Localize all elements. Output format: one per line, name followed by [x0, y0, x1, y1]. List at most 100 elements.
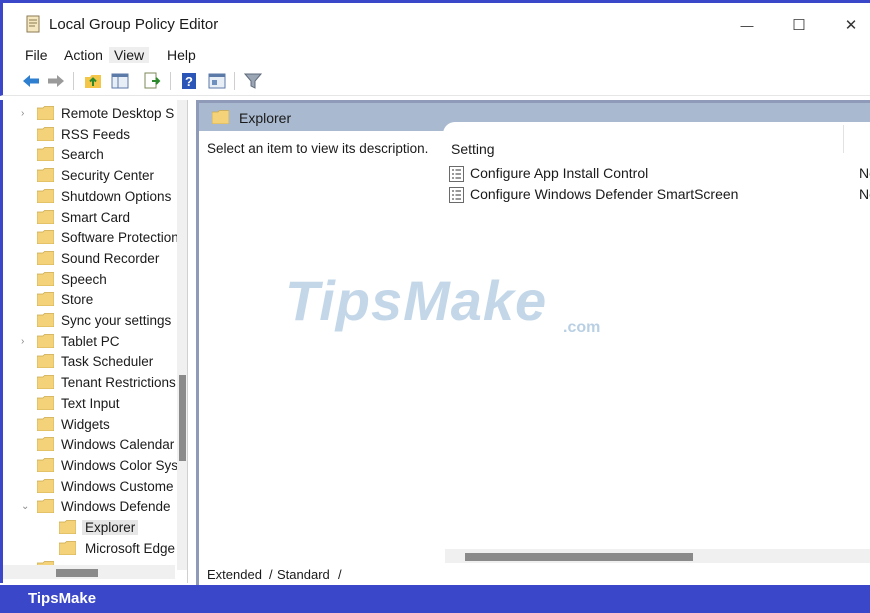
- expand-chevron-icon[interactable]: [21, 419, 31, 429]
- maximize-button[interactable]: ☐: [779, 11, 819, 39]
- expand-chevron-icon[interactable]: [21, 460, 31, 470]
- tree-item-label: Security Center: [61, 168, 155, 184]
- tree-item[interactable]: › Remote Desktop S: [21, 104, 177, 124]
- folder-icon: [37, 499, 54, 514]
- expand-chevron-icon[interactable]: [21, 356, 31, 366]
- policy-setting-icon: [449, 187, 464, 203]
- tree-item[interactable]: Text Input: [37, 394, 177, 414]
- folder-icon: [37, 375, 54, 390]
- expand-chevron-icon[interactable]: ⌄: [21, 501, 31, 512]
- folder-up-icon[interactable]: [83, 71, 103, 91]
- tree-item-label: Widgets: [61, 416, 110, 432]
- tree-item-label: Shutdown Options: [61, 188, 172, 204]
- expand-chevron-icon[interactable]: [21, 398, 31, 408]
- expand-chevron-icon[interactable]: [21, 129, 31, 139]
- watermark-logo: TipsMake: [285, 269, 548, 332]
- watermark-suffix: .com: [563, 319, 601, 336]
- show-hide-tree-icon[interactable]: [110, 71, 130, 91]
- expand-chevron-icon[interactable]: [21, 253, 31, 263]
- tree-item[interactable]: Windows Calendar: [37, 435, 177, 455]
- policy-row-state: No: [859, 186, 870, 202]
- folder-icon: [59, 520, 76, 534]
- details-header-title: Explorer: [239, 110, 292, 126]
- expand-chevron-icon[interactable]: [21, 294, 31, 304]
- tree-item-label: Smart Card: [61, 209, 131, 225]
- back-arrow-icon[interactable]: [21, 71, 41, 91]
- expand-chevron-icon[interactable]: [21, 315, 31, 325]
- tree-item[interactable]: Software Protection: [37, 228, 179, 248]
- tree-item[interactable]: › Tablet PC: [21, 332, 177, 352]
- expand-chevron-icon[interactable]: [21, 232, 31, 242]
- tree-item[interactable]: Sound Recorder: [37, 249, 177, 269]
- expand-chevron-icon[interactable]: [21, 212, 31, 222]
- toolbar-separator: [234, 72, 235, 90]
- forward-arrow-icon[interactable]: [46, 71, 66, 91]
- folder-icon: [37, 271, 54, 286]
- tree-item[interactable]: Speech: [37, 270, 177, 290]
- svg-text:?: ?: [185, 74, 193, 89]
- tab-divider: /: [269, 567, 273, 582]
- filter-icon[interactable]: [243, 71, 263, 91]
- tree-item[interactable]: Security Center: [37, 166, 177, 186]
- tree-horizontal-scroll-thumb[interactable]: [56, 569, 98, 577]
- tree-item[interactable]: Task Scheduler: [37, 352, 177, 372]
- tree-item[interactable]: Search: [37, 145, 177, 165]
- policy-editor-app-icon: [26, 15, 40, 33]
- tree-vertical-scrollbar[interactable]: [177, 100, 187, 570]
- tree-child-item[interactable]: Explorer: [59, 518, 177, 538]
- tree-item[interactable]: Widgets: [37, 415, 177, 435]
- menu-action[interactable]: Action: [64, 47, 103, 63]
- tab-standard[interactable]: Standard: [277, 567, 330, 584]
- help-icon[interactable]: ?: [179, 71, 199, 91]
- details-horizontal-scroll-thumb[interactable]: [465, 553, 693, 561]
- column-divider[interactable]: [843, 125, 844, 153]
- title-bar: Local Group Policy Editor — ☐ ✕: [0, 0, 870, 44]
- minimize-button[interactable]: —: [727, 11, 767, 39]
- folder-icon: [37, 292, 54, 307]
- close-button[interactable]: ✕: [831, 11, 870, 39]
- tree-item-label: Text Input: [61, 395, 120, 411]
- expand-chevron-icon[interactable]: [21, 274, 31, 284]
- console-tree[interactable]: › Remote Desktop S RSS Feeds Search Security…: [0, 100, 188, 583]
- tree-item-label: Search: [61, 147, 104, 163]
- tree-child-item[interactable]: Microsoft Edge: [59, 539, 177, 559]
- tab-divider: /: [338, 567, 342, 582]
- folder-icon: [37, 354, 54, 369]
- tree-vertical-scroll-thumb[interactable]: [179, 375, 186, 461]
- menu-bar: File Action View Help: [0, 44, 870, 66]
- tree-item[interactable]: Sync your settings: [37, 311, 177, 331]
- expand-chevron-icon[interactable]: ›: [21, 336, 31, 347]
- menu-file[interactable]: File: [25, 47, 48, 63]
- expand-chevron-icon[interactable]: [21, 377, 31, 387]
- expand-chevron-icon[interactable]: [21, 149, 31, 159]
- folder-icon: [37, 478, 54, 493]
- export-list-icon[interactable]: [142, 71, 162, 91]
- tree-item[interactable]: Store: [37, 290, 177, 310]
- tree-item-label: Software Protection: [61, 230, 179, 246]
- menu-help[interactable]: Help: [167, 47, 196, 63]
- view-tabs: Extended / Standard /: [196, 566, 870, 585]
- tree-item[interactable]: Windows Custome: [37, 477, 177, 497]
- folder-icon: [37, 395, 54, 410]
- footer-bar: TipsMake: [0, 585, 870, 613]
- folder-icon: [37, 251, 54, 265]
- tree-item-label: Windows Custome: [61, 478, 174, 494]
- toolbar: ?: [0, 66, 870, 96]
- tree-item[interactable]: RSS Feeds: [37, 125, 177, 145]
- tree-item-label: Tablet PC: [61, 333, 120, 349]
- tree-item[interactable]: Shutdown Options: [37, 187, 177, 207]
- tree-item[interactable]: Tenant Restrictions: [37, 373, 177, 393]
- expand-chevron-icon[interactable]: [21, 481, 31, 491]
- expand-chevron-icon[interactable]: [21, 170, 31, 180]
- properties-icon[interactable]: [207, 71, 227, 91]
- tab-extended[interactable]: Extended: [207, 567, 262, 584]
- menu-view[interactable]: View: [109, 47, 150, 63]
- tree-item[interactable]: Smart Card: [37, 208, 177, 228]
- tree-item[interactable]: ⌄ Windows Defende: [21, 497, 177, 517]
- tree-item[interactable]: Windows Color Sys: [37, 456, 178, 476]
- folder-icon: [37, 209, 54, 224]
- column-header-setting[interactable]: Setting: [451, 141, 495, 157]
- expand-chevron-icon[interactable]: ›: [21, 108, 31, 119]
- expand-chevron-icon[interactable]: [21, 439, 31, 449]
- expand-chevron-icon[interactable]: [21, 191, 31, 201]
